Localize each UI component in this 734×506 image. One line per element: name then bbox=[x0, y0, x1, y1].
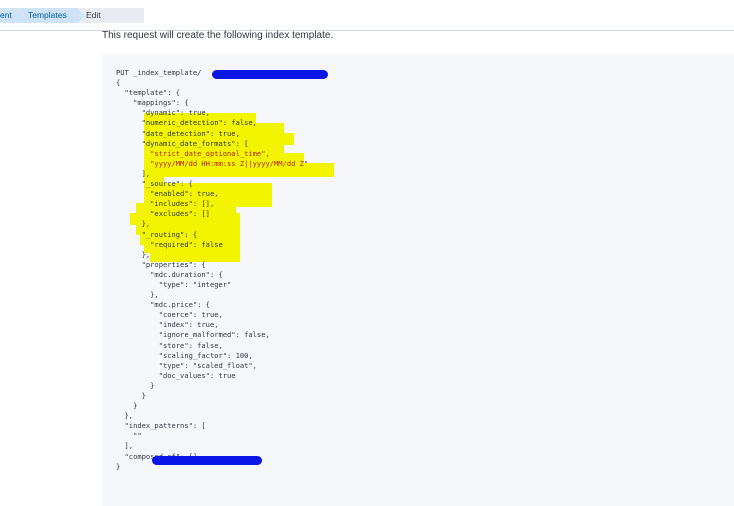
redaction-mark bbox=[152, 456, 262, 465]
code-line: "template": { bbox=[116, 88, 181, 98]
code-line: ], bbox=[116, 441, 134, 451]
breadcrumb-bar: ent Templates Edit template bbox=[0, 0, 734, 31]
code-text: PUT _index_template/{ "template": { "map… bbox=[116, 68, 308, 482]
code-line: "doc_values": true bbox=[116, 370, 236, 380]
code-line: "type": "scaled_float", bbox=[116, 360, 257, 370]
code-line: "includes": [], bbox=[116, 199, 215, 209]
code-line: "date_detection": true, bbox=[116, 128, 240, 138]
code-line: } bbox=[116, 391, 146, 400]
code-line: } bbox=[116, 380, 155, 390]
breadcrumb-item-edit-template: Edit template bbox=[78, 8, 144, 23]
redaction-mark bbox=[212, 70, 328, 79]
code-line: "mappings": { bbox=[116, 98, 189, 108]
code-line: "properties": { bbox=[116, 259, 206, 269]
code-line: "numeric_detection": false, bbox=[116, 118, 257, 128]
code-line: "scaling_factor": 100, bbox=[116, 350, 253, 360]
code-line: "" bbox=[116, 431, 142, 441]
code-line: "ignore_malformed": false, bbox=[116, 330, 270, 340]
code-line: "yyyy/MM/dd HH:mm:ss Z||yyyy/MM/dd Z" bbox=[116, 158, 309, 168]
code-line: { bbox=[116, 78, 121, 88]
code-line: }, bbox=[116, 249, 151, 259]
code-line: "strict_date_optional_time", bbox=[116, 148, 270, 158]
code-line: "dynamic": true, bbox=[116, 108, 210, 118]
code-line: } bbox=[116, 401, 138, 411]
code-line: }, bbox=[116, 411, 134, 421]
code-line: }, bbox=[116, 219, 151, 229]
code-line: "mdc.duration": { bbox=[116, 269, 223, 279]
code-line: "index_patterns": [ bbox=[116, 421, 206, 431]
code-line: "index": true, bbox=[116, 320, 219, 330]
code-line: "_routing": { bbox=[116, 229, 198, 239]
code-line: "required": false bbox=[116, 239, 223, 249]
code-line: "store": false, bbox=[116, 340, 223, 350]
code-line: "_source": { bbox=[116, 179, 193, 189]
code-line: "excludes": [] bbox=[116, 209, 210, 219]
code-line: ], bbox=[116, 168, 151, 178]
code-line: "type": "integer" bbox=[116, 279, 232, 289]
code-line: "mdc.price": { bbox=[116, 300, 210, 310]
code-line: "coerce": true, bbox=[116, 310, 223, 320]
code-line: "enabled": true, bbox=[116, 189, 219, 199]
code-line: "dynamic_date_formats": [ bbox=[116, 138, 249, 148]
breadcrumb-item-templates[interactable]: Templates bbox=[18, 8, 84, 23]
code-line: }, bbox=[116, 290, 159, 300]
request-description: This request will create the following i… bbox=[102, 30, 334, 41]
